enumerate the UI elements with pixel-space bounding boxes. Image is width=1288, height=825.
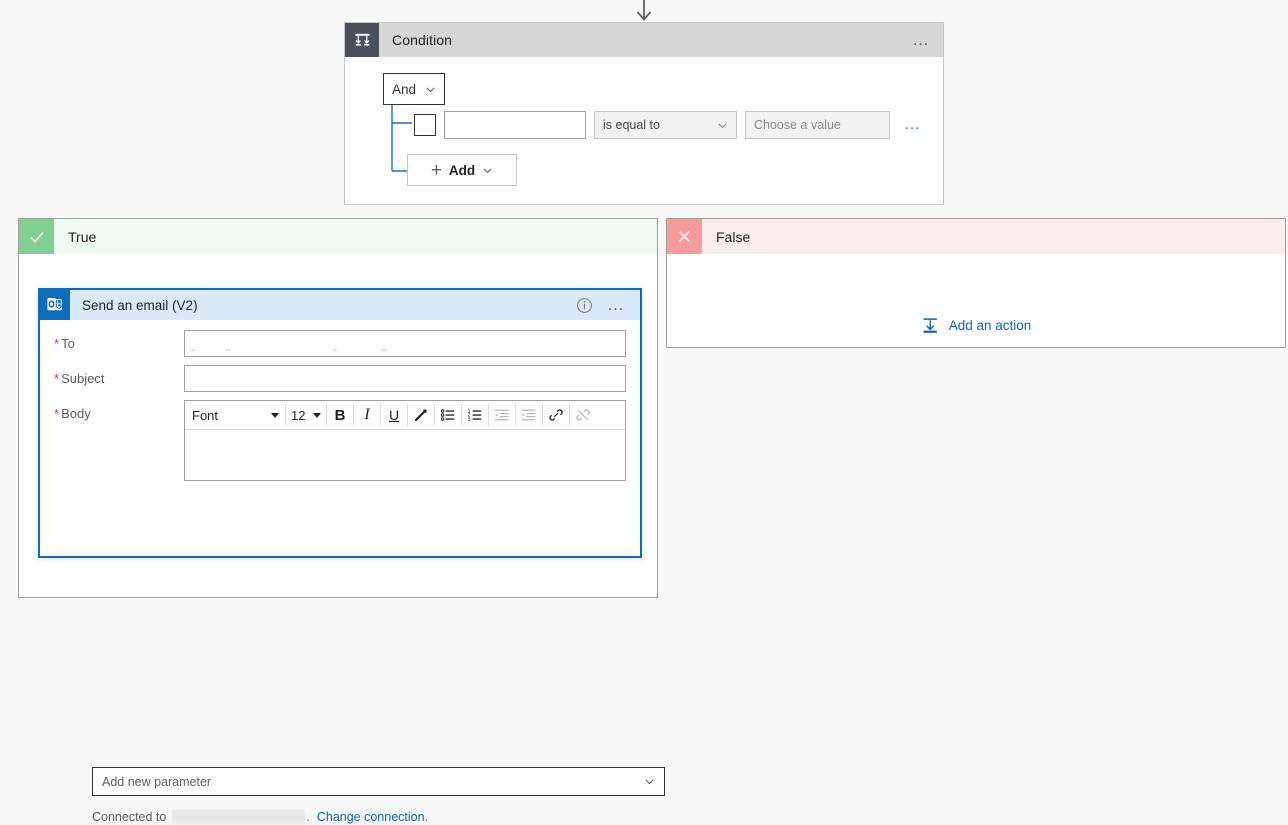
subject-field-row: * Subject	[54, 365, 626, 392]
font-family-dropdown[interactable]: Font	[186, 402, 285, 428]
send-email-card-menu-button[interactable]: …	[607, 296, 626, 313]
chevron-down-icon	[483, 167, 492, 173]
condition-row: is equal to Choose a value …	[414, 111, 943, 139]
false-branch-add-action-button[interactable]: Add an action	[921, 316, 1032, 335]
chevron-down-icon	[718, 122, 727, 128]
condition-card-menu-button[interactable]: …	[912, 31, 931, 48]
condition-card-body: And is equal to Choose a value … + Add	[345, 57, 943, 204]
condition-add-button-label: Add	[448, 162, 476, 178]
italic-icon[interactable]: I	[354, 402, 380, 428]
false-branch-title: False	[716, 228, 751, 245]
connection-status-row: Connected to . Change connection.	[92, 809, 428, 825]
font-family-value: Font	[192, 407, 219, 423]
flow-designer-canvas: Condition … And is equal to Choose a val…	[0, 0, 1288, 825]
highlighter-icon[interactable]	[408, 402, 434, 428]
condition-operator-value: is equal to	[603, 118, 660, 132]
unlink-icon[interactable]	[570, 402, 596, 428]
condition-branch-icon	[345, 23, 379, 57]
body-field-label: * Body	[54, 406, 91, 421]
font-size-value: 12	[291, 407, 306, 423]
bold-icon[interactable]: B	[327, 402, 353, 428]
required-asterisk: *	[54, 406, 60, 421]
chevron-down-icon	[645, 779, 654, 785]
true-branch-header: True	[19, 219, 657, 254]
send-email-card-title: Send an email (V2)	[82, 297, 198, 313]
incoming-connector-arrow	[636, 0, 652, 21]
to-field-row: * To	[54, 330, 626, 357]
to-field-label: * To	[54, 336, 75, 351]
rich-text-toolbar: Font 12 B I U 1 2 3	[185, 401, 625, 430]
add-new-parameter-label: Add new parameter	[102, 774, 212, 789]
checkmark-icon	[19, 219, 54, 254]
increase-indent-icon[interactable]	[516, 402, 542, 428]
chevron-down-icon	[426, 86, 435, 92]
send-email-card[interactable]: Send an email (V2) … * To * Subject * Bo…	[38, 288, 665, 825]
false-branch-add-action-label: Add an action	[948, 318, 1032, 333]
body-rich-text-editor[interactable]: Font 12 B I U 1 2 3	[184, 400, 626, 481]
numbered-list-icon[interactable]: 1 2 3	[462, 402, 488, 428]
to-field-input[interactable]	[184, 330, 626, 357]
subject-field-label: * Subject	[54, 371, 105, 386]
false-branch-header: False	[667, 219, 1285, 254]
caret-down-icon	[271, 412, 279, 418]
body-field-row: * Body Font 12 B I U 1 2 3	[54, 400, 626, 481]
svg-text:3: 3	[468, 417, 471, 423]
false-branch-container: False Add an action	[666, 218, 1286, 348]
body-text-area[interactable]	[185, 430, 625, 480]
condition-row-checkbox[interactable]	[414, 114, 436, 136]
required-asterisk: *	[54, 371, 60, 386]
to-field-redacted-value	[191, 348, 451, 351]
close-x-icon	[667, 219, 702, 254]
insert-action-icon	[923, 318, 937, 333]
condition-card[interactable]: Condition … And is equal to Choose a val…	[344, 22, 944, 205]
info-circle-icon[interactable]	[576, 297, 593, 314]
link-icon[interactable]	[543, 402, 569, 428]
connection-suffix: .	[306, 810, 310, 824]
bulleted-list-icon[interactable]	[435, 402, 461, 428]
condition-value-input[interactable]: Choose a value	[745, 111, 890, 139]
change-connection-link[interactable]: Change connection.	[317, 810, 428, 824]
true-branch-title: True	[68, 228, 97, 245]
plus-icon: +	[430, 159, 442, 181]
underline-icon[interactable]: U	[381, 402, 407, 428]
send-email-card-header[interactable]: Send an email (V2) …	[40, 290, 640, 320]
font-size-dropdown[interactable]: 12	[286, 402, 326, 428]
decrease-indent-icon[interactable]	[489, 402, 515, 428]
condition-add-button[interactable]: + Add	[407, 154, 517, 186]
add-new-parameter-dropdown[interactable]: Add new parameter	[92, 767, 665, 796]
condition-card-header[interactable]: Condition …	[345, 23, 943, 57]
condition-value-placeholder: Choose a value	[754, 118, 841, 132]
send-email-card-body: * To * Subject * Body Font 12 B I U 1 2 …	[40, 320, 640, 481]
condition-left-operand-input[interactable]	[444, 111, 586, 139]
false-branch-content: Add an action	[667, 254, 1285, 347]
condition-logic-operator-value: And	[392, 81, 417, 97]
subject-field-input[interactable]	[184, 365, 626, 392]
outlook-icon	[40, 290, 70, 320]
connection-account-redacted	[172, 809, 306, 825]
required-asterisk: *	[54, 336, 60, 351]
condition-row-menu-button[interactable]: …	[904, 117, 922, 133]
condition-operator-dropdown[interactable]: is equal to	[594, 111, 737, 139]
condition-logic-operator-dropdown[interactable]: And	[383, 73, 445, 105]
caret-down-icon	[313, 412, 321, 418]
condition-card-title: Condition	[392, 32, 453, 48]
connected-to-label: Connected to	[92, 810, 167, 824]
